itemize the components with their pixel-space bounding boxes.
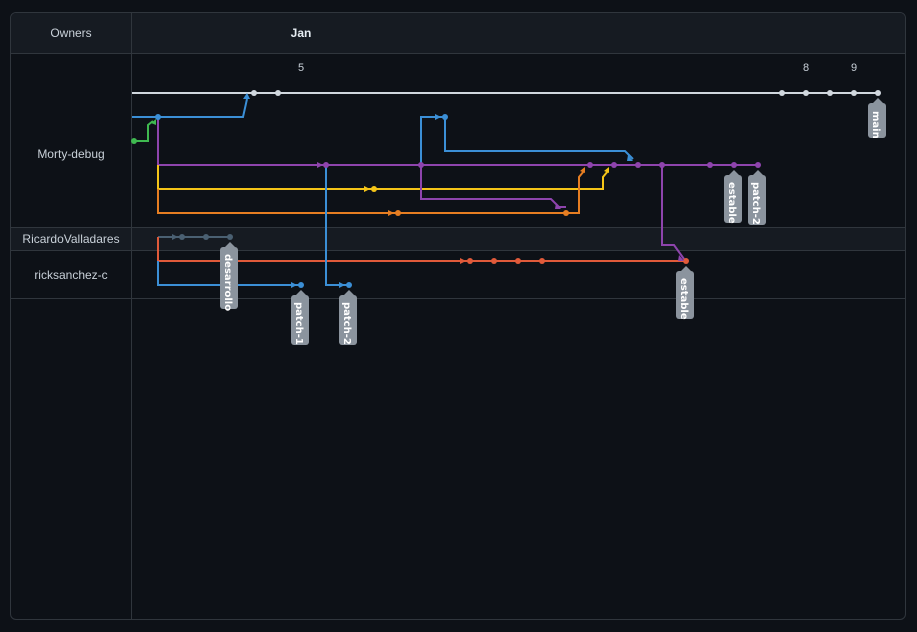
network-graph-panel: Owners Jan Morty-debug RicardoValladares…	[10, 12, 906, 620]
branch-tag-patch1[interactable]: patch-1	[291, 290, 309, 345]
orange-branch-line	[157, 170, 585, 214]
yellow-branch-line	[157, 165, 609, 190]
day-label-8: 8	[803, 62, 809, 74]
branch-tag-estable-1-label: estable	[726, 182, 737, 224]
branch-tag-patch2-2-label: patch-2	[341, 302, 352, 345]
day-tick-labels: 5 8 9	[298, 62, 857, 74]
branch-tag-estable-2-label: estable	[678, 278, 689, 320]
branch-tag-patch1-label: patch-1	[293, 302, 304, 345]
branch-tag-patch2-1[interactable]: patch-2	[748, 170, 766, 225]
blue-branch-line	[132, 98, 248, 118]
blue-loop-line	[420, 116, 634, 165]
branch-tag-estable-2[interactable]: estable	[676, 266, 694, 320]
green-branch-line	[134, 120, 154, 142]
purple-branch-line	[157, 117, 758, 166]
day-label-5: 5	[298, 62, 304, 74]
branch-tag-patch2-2[interactable]: patch-2	[339, 290, 357, 345]
day-label-9: 9	[851, 62, 857, 74]
blue-patch2-line	[325, 165, 349, 286]
branch-tag-patch2-1-label: patch-2	[750, 182, 761, 225]
purple-estable-line	[661, 165, 685, 260]
branch-tag-desarrollo[interactable]: desarrollo	[220, 242, 238, 311]
branch-tag-main[interactable]: main	[868, 98, 886, 139]
purple-loop-line	[420, 165, 566, 208]
commit-graph[interactable]: 5 8 9 main estable patch-2 desarrollo pa…	[11, 13, 905, 619]
branch-tag-main-label: main	[870, 111, 881, 139]
branch-tag-estable-1[interactable]: estable	[724, 170, 742, 224]
branch-tag-desarrollo-label: desarrollo	[222, 254, 233, 311]
